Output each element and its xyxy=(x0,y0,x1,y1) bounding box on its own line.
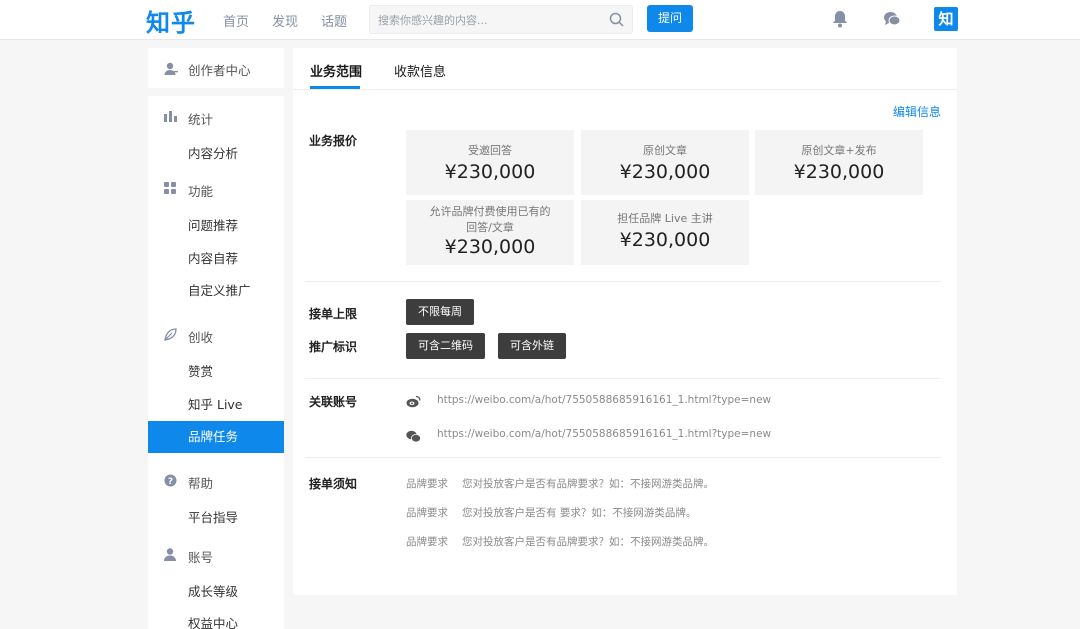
nav-home[interactable]: 首页 xyxy=(223,11,249,30)
sidebar-section-title: 帮助 xyxy=(188,476,214,491)
search-box xyxy=(369,5,633,34)
creator-icon xyxy=(164,61,178,80)
note-item: 品牌要求 您对投放客户是否有 要求？如：不接网游类品牌。 xyxy=(406,505,696,520)
sidebar-section-income: 创收 xyxy=(148,320,284,350)
bell-icon[interactable] xyxy=(832,10,848,32)
leaf-icon xyxy=(164,328,177,344)
price-card: 允许品牌付费使用已有的 回答/文章 ¥230,000 xyxy=(406,200,574,265)
sidebar-item-custom-promotion[interactable]: 自定义推广 xyxy=(148,275,284,307)
sidebar-section-stats: 统计 xyxy=(148,102,284,132)
price-card: 原创文章 ¥230,000 xyxy=(581,130,749,195)
note-text: 您对投放客户是否有 要求？如：不接网游类品牌。 xyxy=(462,507,697,519)
sidebar-item-platform-guide[interactable]: 平台指导 xyxy=(148,502,284,534)
note-item: 品牌要求 您对投放客户是否有品牌要求？如：不接网游类品牌。 xyxy=(406,476,714,491)
note-text: 您对投放客户是否有品牌要求？如：不接网游类品牌。 xyxy=(462,536,714,548)
nav-discover[interactable]: 发现 xyxy=(272,11,298,30)
sidebar-section-title: 创收 xyxy=(188,330,214,345)
tab-payment-info[interactable]: 收款信息 xyxy=(394,61,446,80)
sidebar-item-zhihu-live[interactable]: 知乎 Live xyxy=(148,389,284,421)
weibo-icon xyxy=(406,393,421,412)
note-key: 品牌要求 xyxy=(406,507,448,519)
top-bar: 知乎 首页 发现 话题 提问 知 xyxy=(0,0,1080,40)
creator-center-label: 创作者中心 xyxy=(188,63,251,78)
note-key: 品牌要求 xyxy=(406,478,448,490)
sidebar-item-content-analysis[interactable]: 内容分析 xyxy=(148,138,284,170)
sidebar-item-growth-level[interactable]: 成长等级 xyxy=(148,576,284,608)
search-input[interactable] xyxy=(378,11,598,29)
sidebar-item-self-recommend[interactable]: 内容自荐 xyxy=(148,243,284,275)
help-icon: ? xyxy=(164,474,177,490)
price-card: 担任品牌 Live 主讲 ¥230,000 xyxy=(581,200,749,265)
stats-icon xyxy=(164,110,177,125)
linked-account-url[interactable]: https://weibo.com/a/hot/7550588685916161… xyxy=(437,394,771,406)
sidebar-item-reward[interactable]: 赞赏 xyxy=(148,356,284,388)
note-key: 品牌要求 xyxy=(406,536,448,548)
tab-divider xyxy=(293,89,957,90)
sidebar-item-benefits[interactable]: 权益中心 xyxy=(148,608,284,629)
tab-business-scope[interactable]: 业务范围 xyxy=(310,61,362,80)
sidebar: 统计 内容分析 功能 问题推荐 内容自荐 自定义推广 创收 赞赏 知乎 Live… xyxy=(148,96,284,629)
sidebar-section-title: 账号 xyxy=(188,550,214,565)
price-card-value: ¥230,000 xyxy=(444,236,536,258)
price-card-title: 担任品牌 Live 主讲 xyxy=(617,212,713,225)
section-divider xyxy=(305,378,941,379)
edit-info-link[interactable]: 编辑信息 xyxy=(893,103,941,120)
order-limit-tag: 不限每周 xyxy=(406,299,474,325)
sidebar-item-question-recommend[interactable]: 问题推荐 xyxy=(148,210,284,242)
price-card-title: 原创文章+发布 xyxy=(801,144,877,157)
sidebar-section-title: 统计 xyxy=(188,112,214,127)
user-icon xyxy=(164,548,176,564)
price-card-value: ¥230,000 xyxy=(793,161,885,183)
price-card-title: 允许品牌付费使用已有的 xyxy=(429,205,551,218)
ask-button[interactable]: 提问 xyxy=(647,5,693,32)
promo-tag-qrcode: 可含二维码 xyxy=(406,333,485,359)
section-divider xyxy=(305,457,941,458)
price-card: 受邀回答 ¥230,000 xyxy=(406,130,574,195)
order-limit-label: 接单上限 xyxy=(309,307,358,321)
sidebar-item-brand-tasks[interactable]: 品牌任务 xyxy=(148,421,284,453)
svg-text:?: ? xyxy=(168,477,173,487)
price-card-title-line2: 回答/文章 xyxy=(466,221,514,234)
price-card-value: ¥230,000 xyxy=(444,161,536,183)
promo-tag-external-link: 可含外链 xyxy=(498,333,566,359)
main-panel: 业务范围 收款信息 编辑信息 业务报价 受邀回答 ¥230,000 原创文章 ¥… xyxy=(293,48,957,595)
price-card-value: ¥230,000 xyxy=(619,229,711,251)
order-notes-label: 接单须知 xyxy=(309,477,358,491)
note-text: 您对投放客户是否有品牌要求？如：不接网游类品牌。 xyxy=(462,478,714,490)
section-divider xyxy=(305,281,941,282)
nav-topics[interactable]: 话题 xyxy=(321,11,347,30)
messages-icon[interactable] xyxy=(883,10,901,32)
avatar[interactable]: 知 xyxy=(934,7,958,31)
price-card-value: ¥230,000 xyxy=(619,161,711,183)
note-item: 品牌要求 您对投放客户是否有品牌要求？如：不接网游类品牌。 xyxy=(406,534,714,549)
sidebar-section-account: 账号 xyxy=(148,540,284,570)
promo-tags-label: 推广标识 xyxy=(309,340,358,354)
sidebar-section-features: 功能 xyxy=(148,174,284,204)
price-card-title: 受邀回答 xyxy=(468,144,512,157)
wechat-icon xyxy=(406,428,421,447)
sidebar-section-title: 功能 xyxy=(188,184,214,199)
linked-accounts-label: 关联账号 xyxy=(309,395,358,409)
price-card-title: 原创文章 xyxy=(643,144,687,157)
pricing-label: 业务报价 xyxy=(309,134,358,148)
price-card: 原创文章+发布 ¥230,000 xyxy=(755,130,923,195)
linked-account-url[interactable]: https://weibo.com/a/hot/7550588685916161… xyxy=(437,428,771,440)
zhihu-logo[interactable]: 知乎 xyxy=(146,3,196,38)
creator-center[interactable]: 创作者中心 xyxy=(148,48,284,88)
grid-icon xyxy=(164,182,176,197)
search-icon[interactable] xyxy=(609,12,624,31)
sidebar-section-help: ? 帮助 xyxy=(148,466,284,496)
